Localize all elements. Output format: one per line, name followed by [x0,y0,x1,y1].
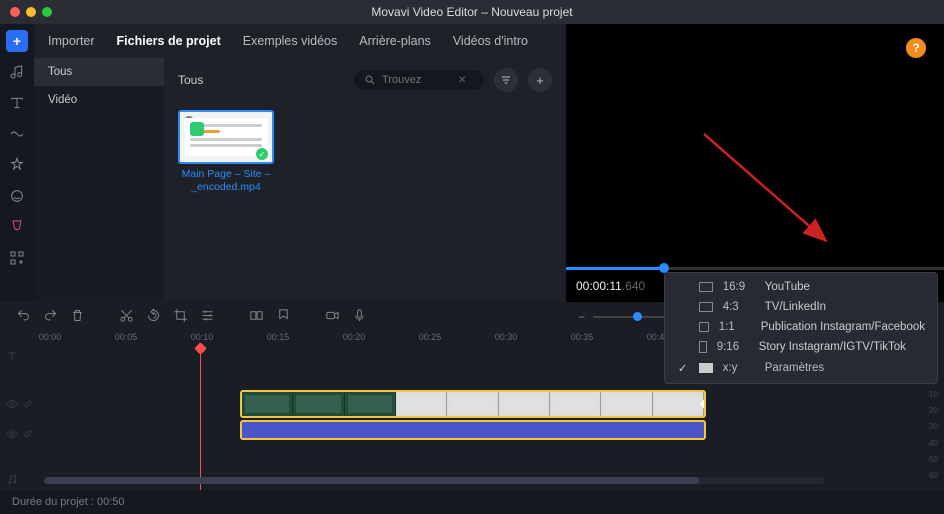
cut-button[interactable] [119,308,134,326]
clear-search-icon[interactable]: ✕ [458,75,466,86]
category-tous[interactable]: Tous [34,58,164,86]
audio-icon[interactable] [9,64,25,83]
music-track-icon[interactable] [6,474,18,489]
audio-clip-timeline[interactable] [240,420,706,440]
record-video-button[interactable] [325,308,340,326]
transitions-icon[interactable] [9,126,25,145]
crop-button[interactable] [173,308,188,326]
tab-importer[interactable]: Importer [48,34,95,48]
titlebar: Movavi Video Editor – Nouveau projet [0,0,944,24]
aspect-option-16-9[interactable]: 16:9YouTube [665,277,937,297]
add-clip-button[interactable]: + [528,68,552,92]
tab-fichiers[interactable]: Fichiers de projet [117,34,221,48]
record-audio-button[interactable] [352,308,367,326]
video-visibility-icon[interactable] [6,398,18,413]
text-track-icon[interactable] [6,350,18,365]
project-duration: Durée du projet : 00:50 [12,496,125,508]
video-clip-timeline[interactable] [240,390,706,418]
audio-visibility-icon[interactable] [6,428,18,443]
level-meter: -10-20-30-40-50-60 [916,390,938,480]
undo-button[interactable] [16,308,31,326]
aspect-option-9-16[interactable]: 9:16Story Instagram/IGTV/TikTok [665,337,937,357]
transitions-button[interactable] [249,308,264,326]
media-panel: Tous ✕ + Main Page – Site [164,58,566,302]
playhead[interactable] [200,346,201,490]
help-button[interactable]: ? [906,38,926,58]
search-icon [364,74,376,86]
stickers-icon[interactable] [9,188,25,207]
zoom-out-button[interactable]: − [578,310,585,324]
audio-link-icon[interactable] [22,428,34,443]
rotate-button[interactable] [146,308,161,326]
category-panel: Tous Vidéo [34,58,164,302]
annotation-arrow [694,124,844,254]
aspect-option-custom[interactable]: ✓x:yParamètres [665,357,937,379]
tab-arriere[interactable]: Arrière-plans [359,34,431,48]
category-video[interactable]: Vidéo [34,86,164,114]
redo-button[interactable] [43,308,58,326]
effects-icon[interactable] [9,157,25,176]
track-controls [6,346,34,492]
adjust-button[interactable] [200,308,215,326]
marker-button[interactable] [276,308,291,326]
search-box[interactable]: ✕ [354,70,484,90]
text-icon[interactable] [9,95,25,114]
timeline-scrollbar[interactable] [44,477,824,484]
zoom-slider[interactable] [593,316,673,318]
more-tools-icon[interactable] [9,250,25,269]
sidebar: + [0,24,34,302]
aspect-ratio-menu: 16:9YouTube 4:3TV/LinkedIn 1:1Publicatio… [664,272,938,384]
media-header-label: Tous [178,73,203,87]
status-bar: Durée du projet : 00:50 [0,490,944,514]
tab-intro[interactable]: Vidéos d'intro [453,34,528,48]
delete-button[interactable] [70,308,85,326]
aspect-option-1-1[interactable]: 1:1Publication Instagram/Facebook [665,317,937,337]
preview-panel: ? 00:00:11.640 x:y [566,24,944,302]
search-input[interactable] [382,74,452,86]
clip-name: Main Page – Site – _encoded.mp4 [178,168,274,194]
tab-exemples[interactable]: Exemples vidéos [243,34,338,48]
sort-button[interactable] [494,68,518,92]
aspect-option-4-3[interactable]: 4:3TV/LinkedIn [665,297,937,317]
window-title: Movavi Video Editor – Nouveau projet [0,5,944,19]
clip-thumbnail[interactable] [178,110,274,164]
nav-tabs: Importer Fichiers de projet Exemples vid… [34,24,566,58]
media-clip[interactable]: Main Page – Site – _encoded.mp4 [178,110,274,194]
color-icon[interactable] [9,219,25,238]
add-media-button[interactable]: + [6,30,28,52]
timecode: 00:00:11.640 [576,279,645,293]
video-link-icon[interactable] [22,398,34,413]
